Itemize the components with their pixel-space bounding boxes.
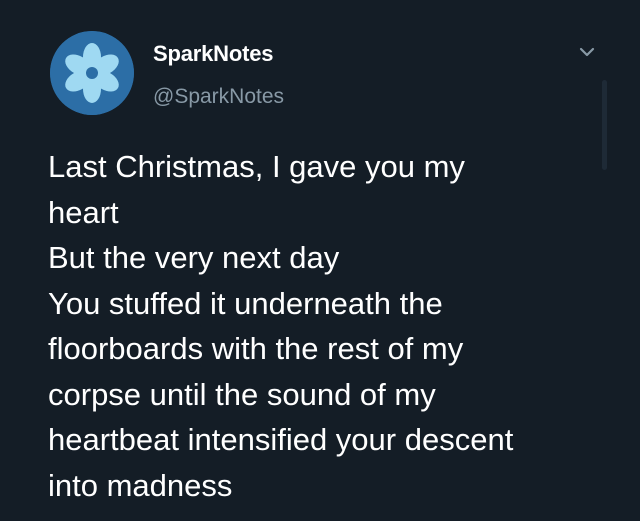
sparknotes-logo-icon — [50, 31, 134, 115]
chevron-down-icon[interactable] — [575, 42, 599, 62]
tweet-text: Last Christmas, I gave you my heart But … — [48, 144, 608, 508]
tweet-line: corpse until the sound of my — [48, 376, 436, 412]
tweet-line: into madness — [48, 467, 233, 503]
avatar[interactable] — [50, 31, 134, 115]
tweet-line: You stuffed it underneath the — [48, 285, 443, 321]
display-name[interactable]: SparkNotes — [153, 41, 273, 67]
tweet-line: Last Christmas, I gave you my — [48, 149, 465, 184]
tweet-line: heartbeat intensified your descent — [48, 422, 514, 457]
tweet-card: SparkNotes @SparkNotes Last Christmas, I… — [0, 0, 640, 521]
tweet-line: floorboards with the rest of my — [48, 331, 464, 366]
tweet-line: But the very next day — [48, 240, 340, 275]
account-handle[interactable]: @SparkNotes — [153, 85, 284, 109]
tweet-line: heart — [48, 194, 119, 230]
